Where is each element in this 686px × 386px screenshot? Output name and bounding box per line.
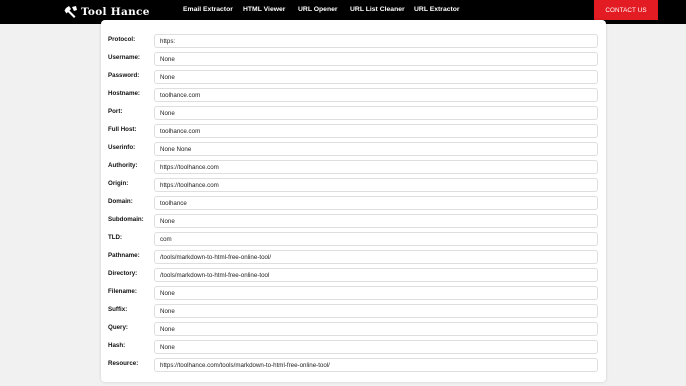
directory-value-field[interactable]: /tools/markdown-to-html-free-online-tool bbox=[154, 268, 598, 282]
port-value-field[interactable]: None bbox=[154, 106, 598, 120]
result-row-subdomain: Subdomain: None bbox=[101, 214, 606, 228]
authority-label: Authority: bbox=[108, 162, 138, 169]
result-row-origin: Origin: https://toolhance.com bbox=[101, 178, 606, 192]
tld-value-field[interactable]: com bbox=[154, 232, 598, 246]
userinfo-value-field[interactable]: None None bbox=[154, 142, 598, 156]
result-row-password: Password: None bbox=[101, 70, 606, 84]
result-row-username: Username: None bbox=[101, 52, 606, 66]
nav-url-extractor[interactable]: URL Extractor bbox=[414, 6, 460, 13]
password-value-field[interactable]: None bbox=[154, 70, 598, 84]
result-row-hash: Hash: None bbox=[101, 340, 606, 354]
logo-text: Tool Hance bbox=[81, 6, 150, 18]
contact-us-button[interactable]: CONTACT US bbox=[594, 0, 658, 20]
full-host-value-field[interactable]: toolhance.com bbox=[154, 124, 598, 138]
origin-value-field[interactable]: https://toolhance.com bbox=[154, 178, 598, 192]
result-row-directory: Directory: /tools/markdown-to-html-free-o… bbox=[101, 268, 606, 282]
result-row-full-host: Full Host: toolhance.com bbox=[101, 124, 606, 138]
result-row-hostname: Hostname: toolhance.com bbox=[101, 88, 606, 102]
result-row-protocol: Protocol: https: bbox=[101, 34, 606, 48]
filename-label: Filename: bbox=[108, 288, 137, 295]
nav-email-extractor[interactable]: Email Extractor bbox=[183, 6, 233, 13]
result-row-domain: Domain: toolhance bbox=[101, 196, 606, 210]
filename-value-field[interactable]: None bbox=[154, 286, 598, 300]
username-value-field[interactable]: None bbox=[154, 52, 598, 66]
result-row-pathname: Pathname: /tools/markdown-to-html-free-on… bbox=[101, 250, 606, 264]
suffix-value-field[interactable]: None bbox=[154, 304, 598, 318]
nav-url-list-cleaner[interactable]: URL List Cleaner bbox=[350, 6, 405, 13]
full-host-label: Full Host: bbox=[108, 126, 137, 133]
hash-label: Hash: bbox=[108, 342, 126, 349]
result-row-userinfo: Userinfo: None None bbox=[101, 142, 606, 156]
query-label: Query: bbox=[108, 324, 128, 331]
result-row-query: Query: None bbox=[101, 322, 606, 336]
authority-value-field[interactable]: https://toolhance.com bbox=[154, 160, 598, 174]
protocol-label: Protocol: bbox=[108, 36, 136, 43]
resource-label: Resource: bbox=[108, 360, 139, 367]
result-row-authority: Authority: https://toolhance.com bbox=[101, 160, 606, 174]
hostname-label: Hostname: bbox=[108, 90, 140, 97]
subdomain-label: Subdomain: bbox=[108, 216, 144, 223]
protocol-value-field[interactable]: https: bbox=[154, 34, 598, 48]
url-parts-panel: Protocol: https: Username: None Password: Non… bbox=[101, 20, 606, 382]
directory-label: Directory: bbox=[108, 270, 138, 277]
username-label: Username: bbox=[108, 54, 140, 61]
pathname-label: Pathname: bbox=[108, 252, 140, 259]
port-label: Port: bbox=[108, 108, 123, 115]
logo[interactable]: Tool Hance bbox=[64, 4, 150, 20]
result-row-tld: TLD: com bbox=[101, 232, 606, 246]
subdomain-value-field[interactable]: None bbox=[154, 214, 598, 228]
hash-value-field[interactable]: None bbox=[154, 340, 598, 354]
resource-value-field[interactable]: https://toolhance.com/tools/markdown-to-… bbox=[154, 358, 598, 372]
domain-label: Domain: bbox=[108, 198, 133, 205]
tld-label: TLD: bbox=[108, 234, 123, 241]
result-row-resource: Resource: https://toolhance.com/tools/mar… bbox=[101, 358, 606, 372]
nav-url-opener[interactable]: URL Opener bbox=[298, 6, 338, 13]
suffix-label: Suffix: bbox=[108, 306, 128, 313]
result-row-suffix: Suffix: None bbox=[101, 304, 606, 318]
origin-label: Origin: bbox=[108, 180, 129, 187]
userinfo-label: Userinfo: bbox=[108, 144, 136, 151]
query-value-field[interactable]: None bbox=[154, 322, 598, 336]
hostname-value-field[interactable]: toolhance.com bbox=[154, 88, 598, 102]
result-row-port: Port: None bbox=[101, 106, 606, 120]
result-row-filename: Filename: None bbox=[101, 286, 606, 300]
domain-value-field[interactable]: toolhance bbox=[154, 196, 598, 210]
pathname-value-field[interactable]: /tools/markdown-to-html-free-online-tool… bbox=[154, 250, 598, 264]
wrench-logo-icon bbox=[64, 5, 78, 19]
nav-html-viewer[interactable]: HTML Viewer bbox=[243, 6, 285, 13]
password-label: Password: bbox=[108, 72, 140, 79]
